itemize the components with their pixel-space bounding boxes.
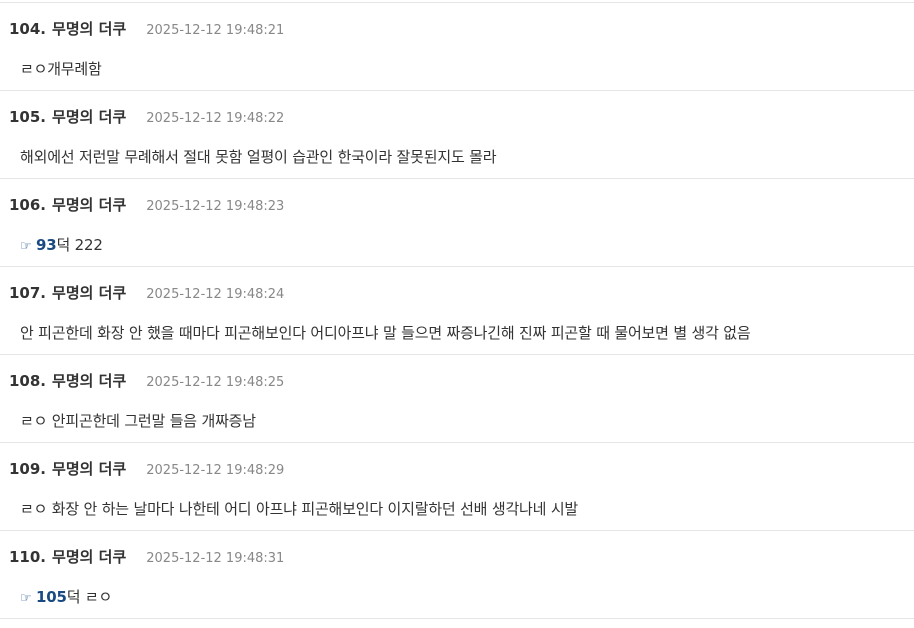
comment-author: 무명의 더쿠 (52, 284, 127, 302)
comment-thread: 104. 무명의 더쿠 2025-12-12 19:48:21 ㄹㅇ개무례함 1… (0, 2, 914, 619)
comment-author: 무명의 더쿠 (52, 372, 127, 390)
comment-body: ㄹㅇ 화장 안 하는 날마다 나한테 어디 아프냐 피곤해보인다 이지랄하던 선… (20, 498, 912, 519)
comment-header: 106. 무명의 더쿠 2025-12-12 19:48:23 (9, 194, 284, 215)
comment-number[interactable]: 110. (9, 548, 46, 566)
comment-header: 105. 무명의 더쿠 2025-12-12 19:48:22 (9, 106, 284, 127)
comment-number[interactable]: 106. (9, 196, 46, 214)
comment-body: 안 피곤한데 화장 안 했을 때마다 피곤해보인다 어디아프냐 말 들으면 짜증… (20, 322, 912, 343)
comment-text: ㄹㅇ (80, 588, 113, 606)
comment-timestamp: 2025-12-12 19:48:22 (146, 111, 285, 126)
anchor-number: 93 (36, 236, 57, 254)
comment-text: ㄹㅇ 안피곤한데 그런말 들음 개짜증남 (20, 412, 256, 430)
comment-body: ㄹㅇ개무례함 (20, 58, 912, 79)
pointing-hand-icon: ☞ (20, 591, 32, 606)
reply-anchor-link[interactable]: ☞ 93 (20, 236, 57, 254)
comment-author: 무명의 더쿠 (52, 460, 127, 478)
comment-body: ☞ 105덕 ㄹㅇ (20, 586, 912, 607)
comment-timestamp: 2025-12-12 19:48:21 (146, 23, 285, 38)
comment-107: 107. 무명의 더쿠 2025-12-12 19:48:24 안 피곤한데 화… (0, 267, 914, 355)
comment-body: 해외에선 저런말 무례해서 절대 못함 얼평이 습관인 한국이라 잘못된지도 몰… (20, 146, 912, 167)
comment-author: 무명의 더쿠 (52, 108, 127, 126)
comment-body: ㄹㅇ 안피곤한데 그런말 들음 개짜증남 (20, 410, 912, 431)
comment-timestamp: 2025-12-12 19:48:24 (146, 287, 285, 302)
anchor-suffix: 덕 (66, 588, 81, 606)
comment-105: 105. 무명의 더쿠 2025-12-12 19:48:22 해외에선 저런말… (0, 91, 914, 179)
comment-text: 안 피곤한데 화장 안 했을 때마다 피곤해보인다 어디아프냐 말 들으면 짜증… (20, 324, 751, 342)
comment-header: 110. 무명의 더쿠 2025-12-12 19:48:31 (9, 546, 284, 567)
comment-number[interactable]: 107. (9, 284, 46, 302)
anchor-suffix: 덕 (56, 236, 71, 254)
comment-author: 무명의 더쿠 (52, 20, 127, 38)
comment-timestamp: 2025-12-12 19:48:25 (146, 375, 285, 390)
comment-number[interactable]: 105. (9, 108, 46, 126)
comment-header: 108. 무명의 더쿠 2025-12-12 19:48:25 (9, 370, 284, 391)
comment-text: ㄹㅇ 화장 안 하는 날마다 나한테 어디 아프냐 피곤해보인다 이지랄하던 선… (20, 500, 579, 518)
comment-number[interactable]: 104. (9, 20, 46, 38)
comment-author: 무명의 더쿠 (52, 548, 127, 566)
comment-text: 해외에선 저런말 무례해서 절대 못함 얼평이 습관인 한국이라 잘못된지도 몰… (20, 148, 497, 166)
pointing-hand-icon: ☞ (20, 239, 32, 254)
comment-109: 109. 무명의 더쿠 2025-12-12 19:48:29 ㄹㅇ 화장 안 … (0, 443, 914, 531)
reply-anchor-link[interactable]: ☞ 105 (20, 588, 67, 606)
comment-text: ㄹㅇ개무례함 (20, 60, 102, 78)
comment-timestamp: 2025-12-12 19:48:23 (146, 199, 285, 214)
comment-author: 무명의 더쿠 (52, 196, 127, 214)
comment-text: 222 (70, 236, 103, 254)
comment-timestamp: 2025-12-12 19:48:29 (146, 463, 285, 478)
comment-number[interactable]: 108. (9, 372, 46, 390)
comment-timestamp: 2025-12-12 19:48:31 (146, 551, 285, 566)
comment-104: 104. 무명의 더쿠 2025-12-12 19:48:21 ㄹㅇ개무례함 (0, 3, 914, 91)
anchor-number: 105 (36, 588, 67, 606)
comment-header: 107. 무명의 더쿠 2025-12-12 19:48:24 (9, 282, 284, 303)
comment-body: ☞ 93덕 222 (20, 234, 912, 255)
comment-header: 104. 무명의 더쿠 2025-12-12 19:48:21 (9, 18, 284, 39)
comment-number[interactable]: 109. (9, 460, 46, 478)
comment-header: 109. 무명의 더쿠 2025-12-12 19:48:29 (9, 458, 284, 479)
comment-108: 108. 무명의 더쿠 2025-12-12 19:48:25 ㄹㅇ 안피곤한데… (0, 355, 914, 443)
comment-110: 110. 무명의 더쿠 2025-12-12 19:48:31 ☞ 105덕 ㄹㅇ (0, 531, 914, 619)
comment-106: 106. 무명의 더쿠 2025-12-12 19:48:23 ☞ 93덕 222 (0, 179, 914, 267)
